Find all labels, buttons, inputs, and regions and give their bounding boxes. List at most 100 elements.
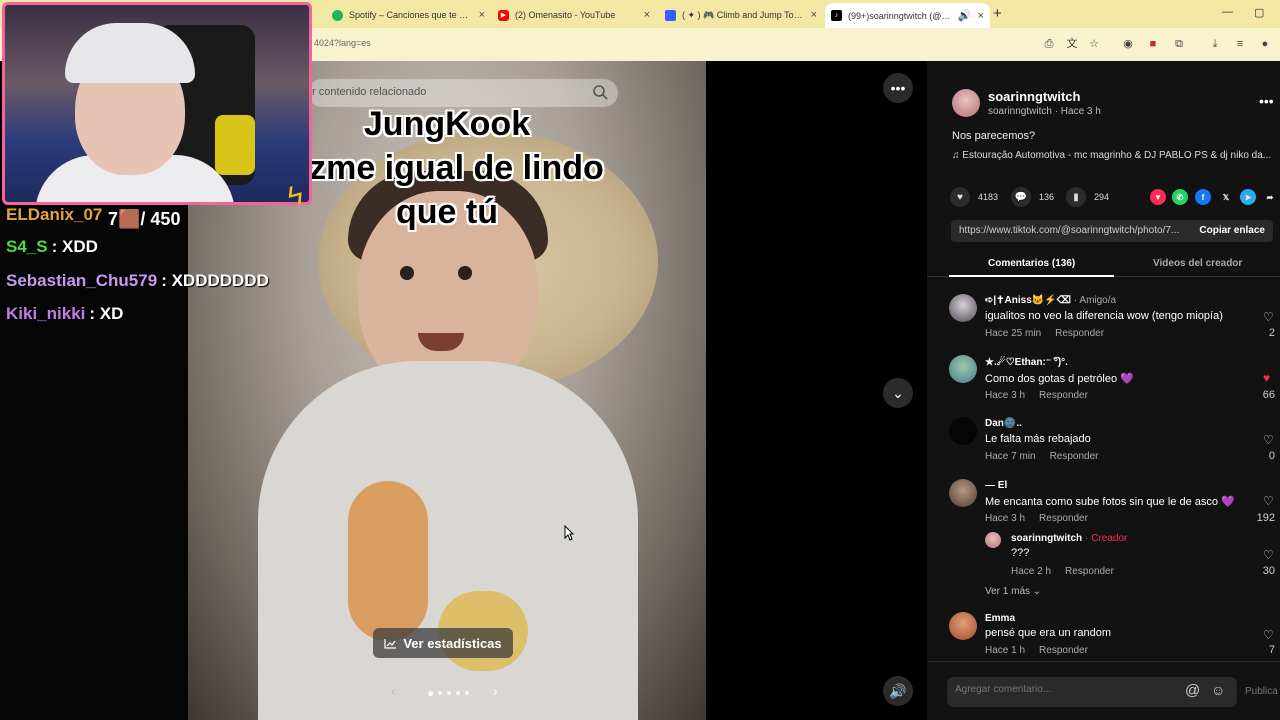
minimize-icon[interactable]: —	[1222, 6, 1233, 18]
telegram-icon[interactable]: ➤	[1240, 189, 1256, 205]
music-link[interactable]: ♫ Estouração Automotiva - mc magrinho & …	[952, 150, 1277, 161]
media-icon[interactable]: ≡	[1233, 37, 1247, 51]
heart-outline-icon[interactable]: ♡	[1263, 628, 1274, 642]
heart-outline-icon[interactable]: ♡	[1263, 433, 1274, 447]
profile-icon[interactable]: ●	[1258, 37, 1272, 51]
reply-button[interactable]: Responder	[1055, 328, 1104, 339]
comment-tabs: Comentarios (136) Videos del creador	[927, 253, 1280, 277]
close-icon[interactable]: ×	[811, 9, 817, 21]
chevron-down-icon[interactable]: ⌄	[883, 378, 913, 408]
chat-text: : XDD	[51, 237, 98, 256]
tab-roblox[interactable]: ( ✦ ) 🎮 Climb and Jump Tower ×	[659, 4, 823, 26]
reply-button[interactable]: Responder	[1050, 451, 1099, 462]
reply-button[interactable]: Responder	[1039, 390, 1088, 401]
comment-author[interactable]: Dan🌚..	[985, 418, 1022, 429]
slide-dot[interactable]	[456, 691, 460, 695]
heart-icon[interactable]: ♥	[950, 187, 970, 207]
publish-button[interactable]: Publica	[1245, 686, 1278, 697]
puzzle-icon[interactable]: ⧉	[1172, 37, 1186, 51]
x-icon[interactable]: 𝕏	[1218, 189, 1234, 205]
save-count: 294	[1094, 192, 1110, 202]
comment-stat[interactable]: 💬 136	[1011, 187, 1054, 207]
comment-author[interactable]: Emma	[985, 613, 1015, 624]
bookmark-star-icon[interactable]: ☆	[1087, 37, 1101, 51]
extension-icon[interactable]: ◉	[1121, 37, 1135, 51]
avatar[interactable]	[985, 532, 1001, 548]
tab-label: (2) Omenasito - YouTube	[515, 10, 616, 20]
mouse-cursor-icon	[564, 525, 574, 541]
avatar[interactable]	[949, 355, 977, 383]
mention-icon[interactable]: @	[1185, 682, 1200, 699]
share-arrow-icon[interactable]: ➦	[1262, 189, 1278, 205]
close-icon[interactable]: ×	[479, 9, 485, 21]
more-options-icon[interactable]: •••	[883, 73, 913, 103]
url-field[interactable]: 4024?lang=es	[314, 38, 371, 48]
reply-button[interactable]: Responder	[1039, 513, 1088, 524]
slide-dot[interactable]	[438, 691, 442, 695]
chat-message: ELDanix_07	[6, 205, 106, 225]
maximize-icon[interactable]: ▢	[1254, 6, 1264, 19]
share-link[interactable]: https://www.tiktok.com/@soarinngtwitch/p…	[959, 225, 1191, 236]
post-description: Nos parecemos?	[952, 130, 1036, 142]
author-subtitle: soarinngtwitch · Hace 3 h	[988, 106, 1101, 117]
whatsapp-icon[interactable]: ✆	[1172, 189, 1188, 205]
reply-button[interactable]: Responder	[1065, 566, 1114, 577]
comment-icon[interactable]: 💬	[1011, 187, 1031, 207]
slide-dot[interactable]	[465, 691, 469, 695]
reply-button[interactable]: Responder	[1039, 645, 1088, 656]
install-icon[interactable]: ⎙	[1042, 37, 1056, 51]
translate-icon[interactable]: ⽂	[1065, 37, 1079, 51]
like-count: 4183	[978, 192, 999, 202]
reply-author[interactable]: soarinngtwitch · Creador	[1011, 533, 1127, 544]
speaker-icon[interactable]: 🔊	[958, 9, 972, 22]
avatar[interactable]	[949, 417, 977, 445]
tab-spotify[interactable]: Spotify – Canciones que te gust ×	[326, 4, 491, 26]
copy-link-button[interactable]: Copiar enlace	[1199, 225, 1265, 236]
volume-icon[interactable]: 🔊	[883, 676, 913, 706]
like-stat[interactable]: ♥ 4183	[950, 187, 998, 207]
heart-outline-icon[interactable]: ♡	[1263, 310, 1274, 324]
download-icon[interactable]: ⤓	[1208, 37, 1222, 51]
new-tab-button[interactable]: +	[993, 5, 1002, 22]
comment-author[interactable]: ★.☄♡Ethan:⁻ ͡°)°.	[985, 357, 1068, 368]
view-more-replies[interactable]: Ver 1 más ⌄	[985, 586, 1041, 597]
tab-creator-videos[interactable]: Videos del creador	[1153, 258, 1242, 269]
avatar[interactable]	[952, 89, 980, 117]
bookmark-icon[interactable]: ▮	[1066, 187, 1086, 207]
related-search-placeholder: r contenido relacionado	[312, 86, 427, 98]
author-name[interactable]: soarinngtwitch	[988, 89, 1080, 104]
comment-author[interactable]: ➪|✝Aniss🐱⚡⌫ · Amigo/a	[985, 295, 1116, 306]
comment-meta: Hace 1 h Responder	[985, 645, 1088, 656]
tab-youtube[interactable]: ▶ (2) Omenasito - YouTube ×	[492, 4, 656, 26]
extension-icon[interactable]: ■	[1146, 37, 1160, 51]
avatar[interactable]	[949, 479, 977, 507]
repost-icon[interactable]: ▼	[1150, 189, 1166, 205]
heart-filled-icon[interactable]: ♥	[1263, 371, 1270, 385]
search-icon[interactable]	[590, 82, 610, 102]
more-options-icon[interactable]: •••	[1259, 93, 1274, 109]
slide-dot[interactable]	[428, 691, 433, 696]
comment-author[interactable]: — El	[985, 480, 1007, 491]
comment-input[interactable]	[955, 684, 1175, 695]
tab-tiktok[interactable]: ♪ (99+)soarinngtwitch (@soa 🔊 ×	[825, 3, 990, 28]
comment-text: Como dos gotas d petróleo 💜	[985, 373, 1134, 385]
stats-button[interactable]: Ver estadísticas	[373, 628, 513, 658]
close-icon[interactable]: ×	[978, 10, 984, 22]
facebook-icon[interactable]: f	[1195, 189, 1211, 205]
heart-outline-icon[interactable]: ♡	[1263, 548, 1274, 562]
tab-label: Spotify – Canciones que te gust	[349, 10, 473, 20]
slide-dot[interactable]	[447, 691, 451, 695]
tab-comments[interactable]: Comentarios (136)	[988, 258, 1075, 269]
prev-slide-arrow[interactable]: ‹	[391, 683, 396, 699]
avatar[interactable]	[949, 294, 977, 322]
comment-like-count: 0	[1268, 450, 1275, 462]
shirt-print	[348, 481, 428, 641]
close-icon[interactable]: ×	[644, 9, 650, 21]
save-stat[interactable]: ▮ 294	[1066, 187, 1109, 207]
heart-outline-icon[interactable]: ♡	[1263, 494, 1274, 508]
chat-text: : XD	[89, 304, 124, 323]
avatar[interactable]	[949, 612, 977, 640]
related-search[interactable]: r contenido relacionado	[308, 79, 618, 107]
next-slide-arrow[interactable]: ›	[493, 683, 498, 699]
emoji-icon[interactable]: ☺	[1211, 682, 1225, 698]
